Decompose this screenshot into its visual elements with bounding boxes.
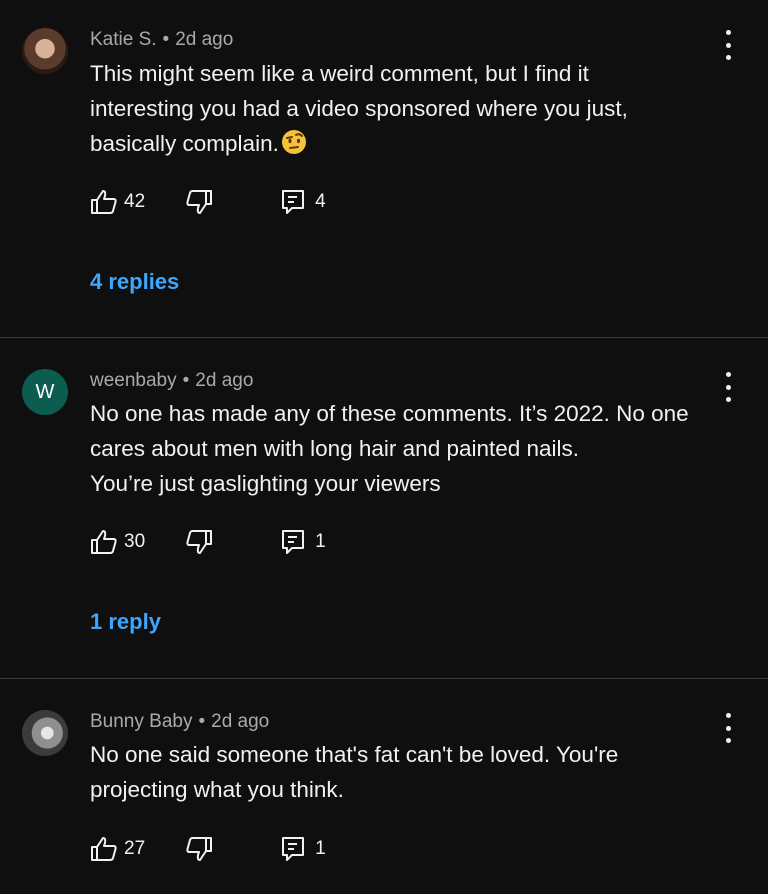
comment-line: You’re just gaslighting your viewers [90, 471, 441, 496]
author-name[interactable]: Bunny Baby [90, 711, 192, 732]
comment-meta: Katie S. • 2d ago [90, 29, 233, 51]
thumbs-down-icon [186, 530, 213, 554]
comment-line: projecting what you think. [90, 777, 344, 802]
comment-text: No one has made any of these comments. I… [90, 396, 728, 501]
like-button[interactable]: 30 [90, 529, 145, 555]
comment-actions: 42 4 [90, 189, 326, 215]
comment-line: cares about men with long hair and paint… [90, 436, 580, 461]
thumbs-up-icon [91, 190, 117, 214]
comment-time: 2d ago [195, 370, 254, 391]
comment-line: No one said someone that's fat can't be … [90, 742, 619, 767]
like-count: 30 [124, 531, 146, 552]
comment-meta: weenbaby • 2d ago [90, 370, 253, 392]
dislike-button[interactable] [185, 189, 213, 215]
dislike-button[interactable] [185, 836, 213, 862]
comment-actions: 27 1 [90, 836, 326, 862]
like-button[interactable]: 27 [90, 836, 145, 862]
thumbs-up-icon [91, 530, 117, 554]
like-button[interactable]: 42 [90, 189, 145, 215]
comment-line: This might seem like a weird comment, bu… [90, 61, 589, 86]
comment-actions: 30 1 [90, 529, 326, 555]
dislike-button[interactable] [185, 529, 213, 555]
avatar[interactable] [22, 710, 68, 756]
meta-separator: • [182, 370, 190, 391]
comment-text: No one said someone that's fat can't be … [90, 737, 728, 807]
comment-line: No one has made any of these comments. I… [90, 401, 689, 426]
avatar-letter: W [35, 380, 55, 403]
comment-time: 2d ago [175, 29, 234, 50]
comment-time: 2d ago [211, 711, 270, 732]
avatar[interactable] [22, 28, 68, 74]
comment: Katie S. • 2d ago This might seem like a w… [0, 0, 768, 337]
avatar[interactable]: W [22, 369, 68, 415]
author-name[interactable]: Katie S. [90, 29, 157, 50]
author-name[interactable]: weenbaby [90, 370, 177, 391]
comment-line: interesting you had a video sponsored wh… [90, 96, 628, 121]
raised-eyebrow-face-emoji [281, 129, 307, 165]
view-replies-link[interactable]: 4 replies [90, 269, 179, 295]
like-count: 27 [124, 838, 146, 859]
meta-separator: • [198, 711, 206, 732]
comment: W weenbaby • 2d ago No one has made any of… [0, 338, 768, 678]
comment: Bunny Baby • 2d ago No one said someone th… [0, 679, 768, 894]
thumbs-down-icon [186, 837, 213, 861]
reply-count: 4 [315, 191, 326, 212]
like-count: 42 [124, 191, 146, 212]
comment-reply-icon [282, 837, 305, 861]
view-replies-link[interactable]: 1 reply [90, 609, 161, 635]
thumbs-down-icon [186, 190, 213, 214]
reply-button[interactable]: 1 [281, 529, 326, 555]
comment-line-last: basically complain. [90, 126, 728, 165]
meta-separator: • [162, 29, 170, 50]
comment-meta: Bunny Baby • 2d ago [90, 711, 269, 733]
reply-count: 1 [315, 531, 326, 552]
reply-button[interactable]: 1 [281, 836, 326, 862]
comment-reply-icon [282, 190, 305, 214]
thumbs-up-icon [91, 837, 117, 861]
comment-reply-icon [282, 530, 305, 554]
comment-text: This might seem like a weird comment, bu… [90, 56, 728, 165]
reply-button[interactable]: 4 [281, 189, 326, 215]
reply-count: 1 [315, 838, 326, 859]
